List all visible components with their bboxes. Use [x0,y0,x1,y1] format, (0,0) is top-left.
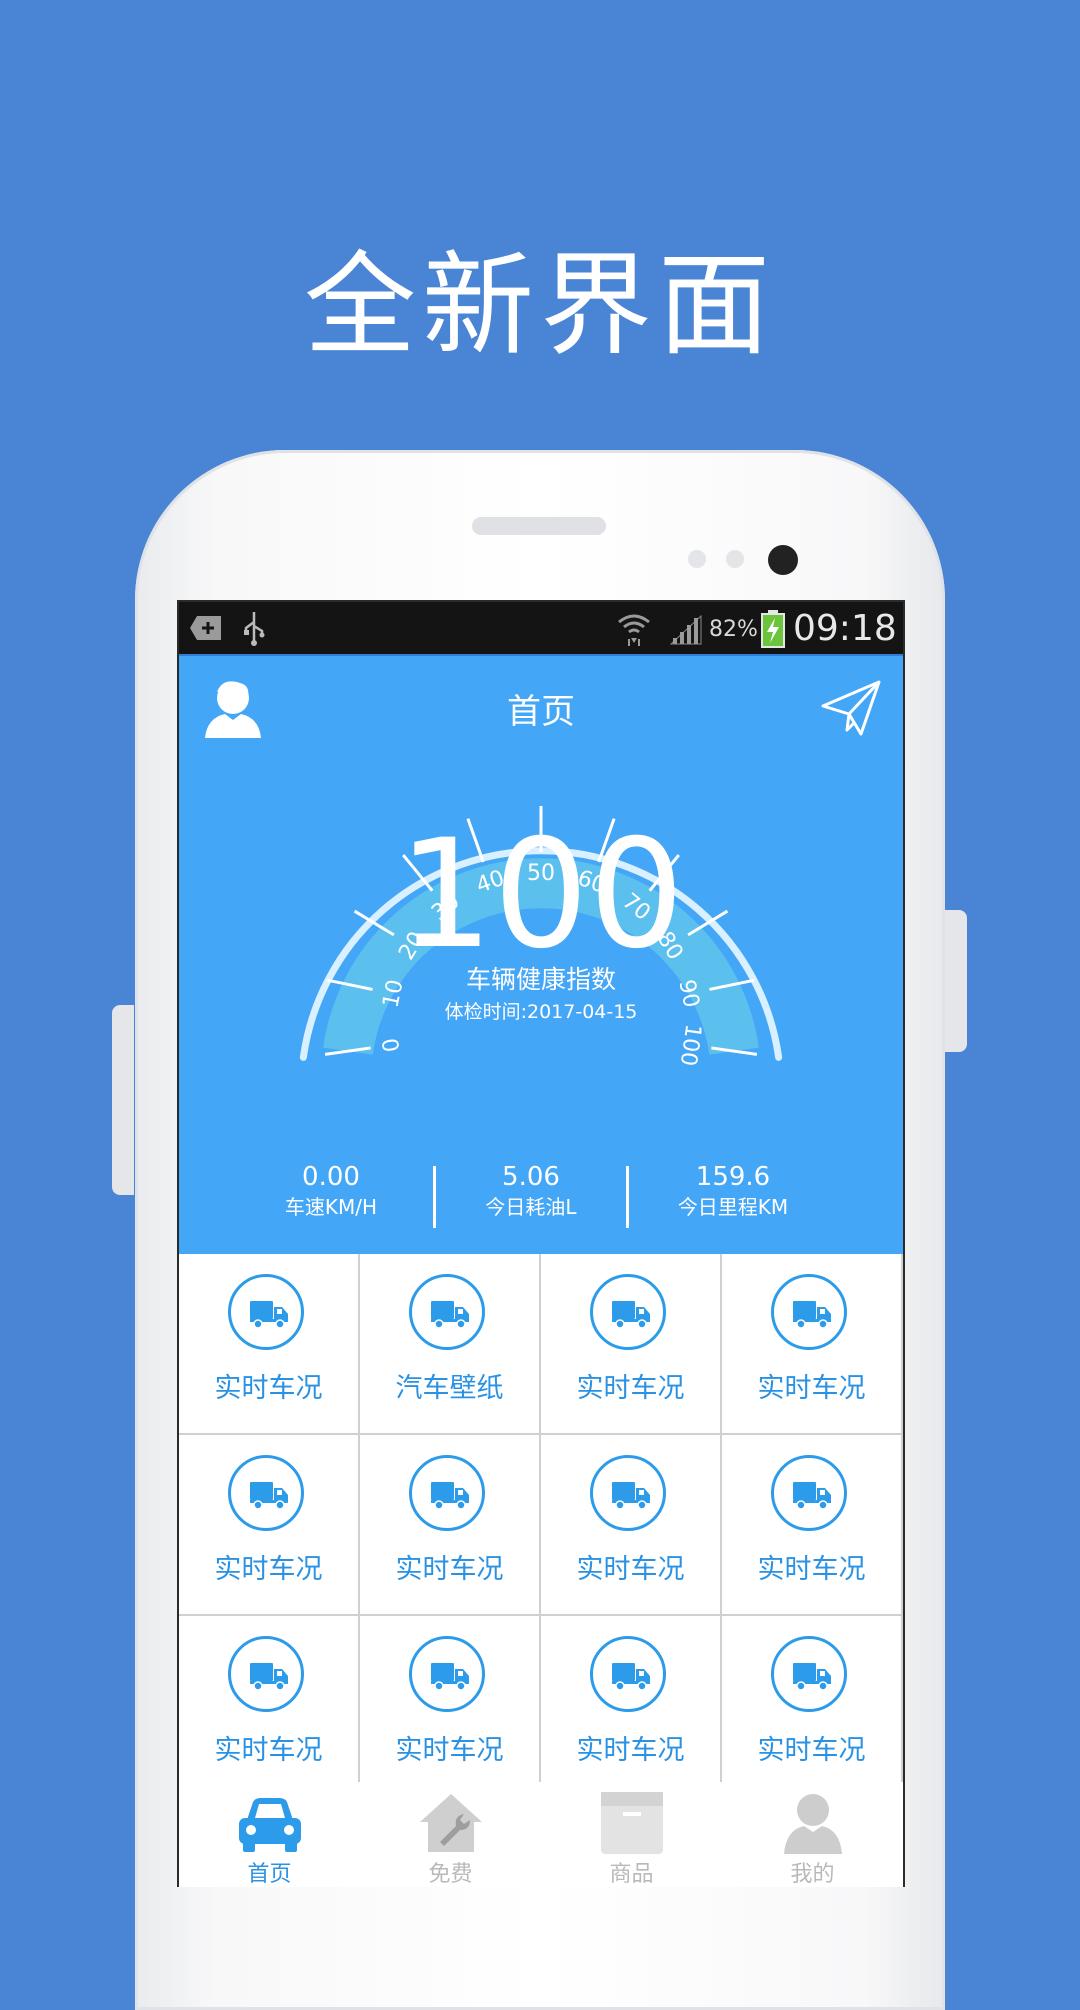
car-icon [239,1798,301,1852]
feature-label: 实时车况 [757,1554,866,1585]
status-clock: 09:18 [793,608,897,649]
truck-icon [250,1663,288,1691]
feature-label: 实时车况 [576,1554,685,1585]
gauge-tick-label: 90 [673,978,703,1010]
feature-label: 实时车况 [576,1373,685,1404]
status-bar: 82% 09:18 [179,602,903,654]
gauge-tick-label: 100 [675,1022,706,1067]
box-icon [601,1792,663,1854]
stat-label: 车速KM/H [284,1195,378,1219]
truck-icon [431,1482,469,1510]
dashboard-hero: 首页 0 10 20 30 40 50 60 70 80 90 100 100 车辆健康指数 体检时… [179,654,903,1256]
feature-icon [590,1274,666,1350]
stat-mileage: 159.6 今日里程KM [633,1161,833,1221]
feature-label: 实时车况 [214,1554,323,1585]
signal-icon [669,614,702,645]
tab-label: 商品 [609,1862,654,1887]
feature-grid-item[interactable]: 实时车况 [179,1435,358,1614]
feature-label: 实时车况 [757,1373,866,1404]
tab-label: 首页 [247,1862,292,1887]
phone-sensor [688,550,706,568]
feature-label: 实时车况 [214,1373,323,1404]
feature-grid-item[interactable]: 实时车况 [179,1616,358,1795]
tab-free[interactable]: 免费 [360,1782,541,1887]
bottom-tab-bar: 首页 免费 商品 我的 [179,1782,903,1887]
truck-icon [431,1301,469,1329]
checkup-time: 体检时间:2017-04-15 [445,1001,638,1023]
truck-icon [793,1301,831,1329]
truck-icon [431,1663,469,1691]
stat-fuel: 5.06 今日耗油L [431,1161,631,1221]
feature-label: 实时车况 [395,1554,504,1585]
feature-icon [590,1636,666,1712]
phone-volume-button [112,1005,134,1195]
usb-icon [244,612,265,646]
feature-icon [771,1636,847,1712]
gauge-tick-label: 0 [379,1036,406,1053]
feature-icon [409,1636,485,1712]
feature-icon [228,1274,304,1350]
stat-speed: 0.00 车速KM/H [231,1161,431,1221]
stat-label: 今日耗油L [485,1195,577,1219]
feature-grid-item[interactable]: 实时车况 [722,1435,901,1614]
wifi-icon [618,614,650,646]
feature-icon [228,1455,304,1531]
stat-value: 5.06 [502,1162,560,1192]
feature-grid-item[interactable]: 实时车况 [722,1254,901,1433]
phone-camera [768,545,798,575]
truck-icon [250,1482,288,1510]
stat-label: 今日里程KM [677,1195,789,1219]
tab-home[interactable]: 首页 [179,1782,360,1887]
feature-icon [409,1274,485,1350]
feature-grid-item[interactable]: 实时车况 [541,1254,720,1433]
phone-screen: 82% 09:18 首页 0 10 20 30 40 50 60 70 80 90 100 100 … [177,600,905,1887]
truck-icon [250,1301,288,1329]
feature-label: 实时车况 [576,1735,685,1766]
health-gauge: 010203040 50 60708090100 100 车辆健康指数 体检时间:2… [299,806,783,1067]
tab-label: 我的 [790,1862,835,1887]
stat-divider [626,1166,629,1228]
feature-label: 实时车况 [395,1735,504,1766]
feature-grid-item[interactable]: 实时车况 [360,1616,539,1795]
feature-label: 实时车况 [214,1735,323,1766]
house-wrench-icon [420,1794,482,1852]
stat-value: 159.6 [695,1162,771,1192]
feature-icon [771,1455,847,1531]
health-index-label: 车辆健康指数 [466,965,616,994]
feature-icon [409,1455,485,1531]
truck-icon [612,1301,650,1329]
feature-grid: 实时车况 汽车壁纸 实时车况 实时车况 实时车况 实时车况 实时车况 实时车况 实时车况 实时车况… [179,1254,903,1795]
feature-grid-item[interactable]: 实时车况 [541,1435,720,1614]
promo-headline: 全新界面 [304,241,776,371]
feature-icon [228,1636,304,1712]
phone-power-button [945,910,967,1052]
phone-sensor [726,550,744,568]
truck-icon [793,1482,831,1510]
feature-grid-item[interactable]: 实时车况 [541,1616,720,1795]
battery-charging-icon [761,610,785,648]
feature-grid-item[interactable]: 实时车况 [360,1435,539,1614]
stat-value: 0.00 [302,1162,360,1192]
tab-label: 免费 [428,1862,473,1887]
feature-grid-item[interactable]: 实时车况 [179,1254,358,1433]
person-icon [784,1794,842,1854]
battery-percent: 82% [709,617,758,642]
health-score: 100 [398,808,684,982]
phone-speaker [472,517,606,535]
feature-label: 实时车况 [757,1735,866,1766]
feature-grid-item[interactable]: 实时车况 [722,1616,901,1795]
feature-label: 汽车壁纸 [395,1373,504,1404]
feature-icon [771,1274,847,1350]
feature-icon [590,1455,666,1531]
stats-row: 0.00 车速KM/H 5.06 今日耗油L 159.6 今日里程KM [179,1161,903,1241]
truck-icon [793,1663,831,1691]
tab-goods[interactable]: 商品 [541,1782,722,1887]
truck-icon [612,1663,650,1691]
truck-icon [612,1482,650,1510]
tab-mine[interactable]: 我的 [722,1782,903,1887]
feature-grid-item[interactable]: 汽车壁纸 [360,1254,539,1433]
notification-icon [190,616,221,640]
gauge-tick-label: 10 [379,978,409,1010]
